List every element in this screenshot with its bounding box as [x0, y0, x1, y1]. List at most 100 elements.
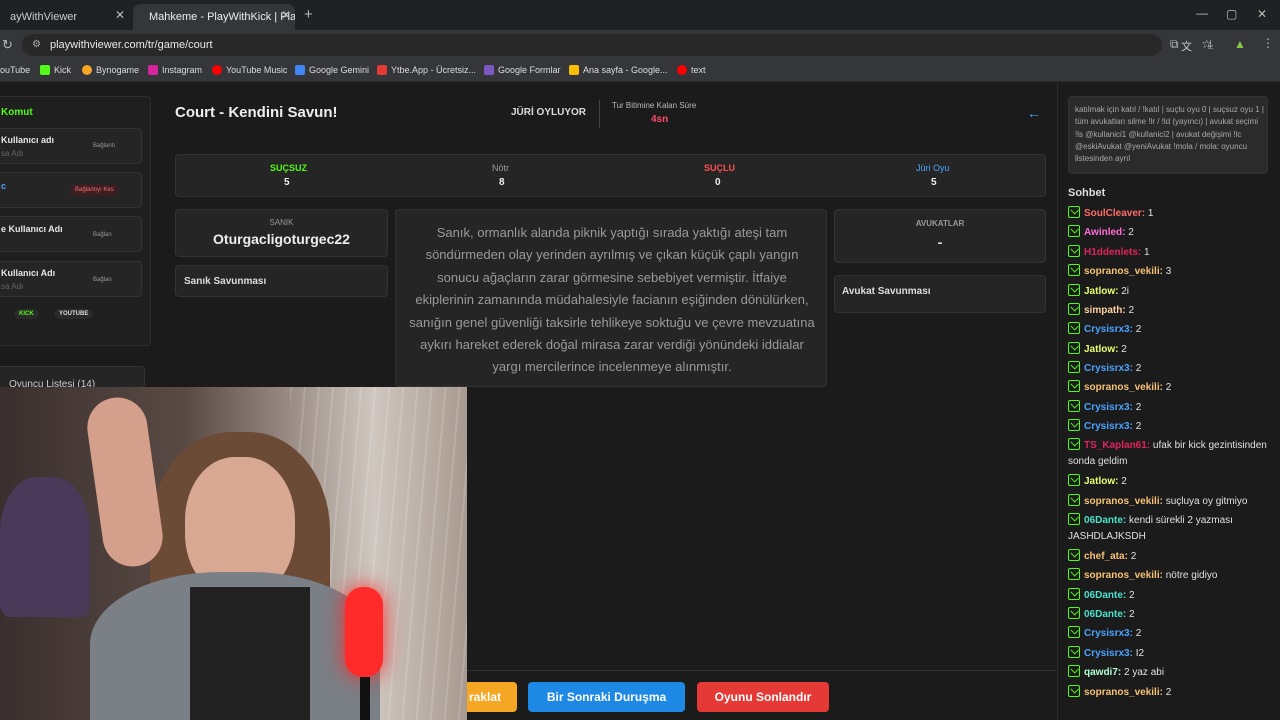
- player-list-card[interactable]: Oyuncu Listesi (14): [0, 366, 145, 390]
- platform-youtube-badge[interactable]: YOUTUBE: [54, 309, 94, 319]
- profile-icon[interactable]: ▲: [1234, 37, 1246, 51]
- chat-username[interactable]: Awinled:: [1084, 227, 1125, 238]
- row-label: c: [1, 181, 7, 191]
- chat-username[interactable]: Crysisrx3:: [1084, 648, 1133, 659]
- timer-value: 4sn: [651, 114, 669, 125]
- row-sub: sa Adı: [1, 282, 24, 291]
- chat-text: 2: [1129, 609, 1135, 620]
- bookmark-kick[interactable]: Kick: [40, 65, 71, 75]
- tab-label: Mahkeme - PlayWithKick | Play: [149, 11, 295, 23]
- menu-icon[interactable]: ⋮: [1262, 36, 1274, 50]
- back-arrow-icon[interactable]: ←: [1027, 105, 1041, 121]
- bookmark-youtube[interactable]: ouTube: [0, 65, 30, 75]
- translate-icon[interactable]: 文: [1181, 38, 1192, 54]
- chat-message: Crysisrx3: 2: [1068, 419, 1278, 435]
- chat-message: Crysisrx3: I2: [1068, 646, 1278, 662]
- bookmark-gemini[interactable]: Google Gemini: [295, 65, 369, 75]
- bookmark-text[interactable]: text: [677, 65, 706, 75]
- chat-username[interactable]: Jatlow:: [1084, 476, 1118, 487]
- chat-username[interactable]: 06Dante:: [1084, 609, 1126, 620]
- kick-badge-icon: [1068, 568, 1080, 580]
- browser-tab[interactable]: ayWithViewer: [0, 4, 130, 30]
- minimize-icon[interactable]: —: [1196, 6, 1208, 20]
- kick-badge-icon: [1068, 549, 1080, 561]
- browser-tab-active[interactable]: Mahkeme - PlayWithKick | Play: [133, 4, 295, 30]
- disconnect-button[interactable]: Bağlantıyı Kes: [71, 184, 118, 196]
- chat-username[interactable]: sopranos_vekili:: [1084, 687, 1163, 698]
- chat-username[interactable]: sopranos_vekili:: [1084, 496, 1163, 507]
- site-info-icon[interactable]: ⚙: [32, 39, 41, 50]
- chat-username[interactable]: sopranos_vekili:: [1084, 570, 1163, 581]
- chat-message: 06Dante: 2: [1068, 607, 1278, 623]
- chat-username[interactable]: qawdi7:: [1084, 667, 1121, 678]
- chat-username[interactable]: TS_Kaplan61:: [1084, 440, 1150, 451]
- chat-message: TS_Kaplan61: ufak bir kick gezintisinden…: [1068, 438, 1278, 470]
- chat-username[interactable]: sopranos_vekili:: [1084, 382, 1163, 393]
- bookmark-youtube-music[interactable]: YouTube Music: [212, 65, 287, 75]
- maximize-icon[interactable]: ▢: [1226, 7, 1237, 21]
- chat-divider: [1057, 82, 1058, 720]
- chat-text: 2: [1135, 402, 1142, 413]
- close-tab-icon[interactable]: ✕: [281, 8, 291, 22]
- chat-username[interactable]: Crysisrx3:: [1084, 363, 1133, 374]
- chat-username[interactable]: SoulCleaver:: [1084, 208, 1145, 219]
- close-window-icon[interactable]: ✕: [1257, 7, 1267, 21]
- chat-text: nötre gidiyo: [1165, 570, 1218, 581]
- chat-username[interactable]: Crysisrx3:: [1084, 421, 1133, 432]
- connection-row: Kullanıcı Adı sa Adı Bağlan: [0, 261, 142, 297]
- streamer-hand: [83, 393, 167, 571]
- bookmark-ytbe[interactable]: Ytbe.App - Ücretsiz...: [377, 65, 476, 75]
- chat-username[interactable]: Crysisrx3:: [1084, 628, 1133, 639]
- bookmark-instagram[interactable]: Instagram: [148, 65, 202, 75]
- streamer-shirt: [190, 587, 310, 720]
- chat-username[interactable]: sopranos_vekili:: [1084, 266, 1163, 277]
- chat-text: 2: [1121, 476, 1127, 487]
- next-trial-button[interactable]: Bir Sonraki Duruşma: [528, 682, 685, 712]
- lawyers-value: -: [937, 234, 943, 250]
- mic-stand: [360, 677, 370, 720]
- chat-text: 2: [1135, 363, 1142, 374]
- header-divider: [599, 100, 600, 128]
- kick-badge-icon: [1068, 206, 1080, 218]
- reload-icon[interactable]: ↻: [2, 37, 13, 53]
- chat-username[interactable]: chef_ata:: [1084, 551, 1128, 562]
- kick-badge-icon: [1068, 303, 1080, 315]
- close-tab-icon[interactable]: ✕: [115, 8, 125, 22]
- platform-kick-badge[interactable]: KICK: [14, 309, 39, 319]
- chat-message: sopranos_vekili: nötre gidiyo: [1068, 568, 1278, 584]
- download-icon[interactable]: ⤓: [1208, 37, 1213, 52]
- youtube-music-icon: [212, 65, 222, 75]
- chat-username[interactable]: 06Dante:: [1084, 590, 1126, 601]
- chat-message: Crysisrx3: 2: [1068, 400, 1278, 416]
- connect-button[interactable]: Bağlantı: [93, 143, 115, 149]
- bookmark-label: Instagram: [162, 65, 203, 75]
- lawyer-defense-card[interactable]: Avukat Savunması: [834, 275, 1046, 313]
- chat-username[interactable]: Jatlow:: [1084, 286, 1118, 297]
- chat-message: Crysisrx3: 2: [1068, 361, 1278, 377]
- chat-text: 2 yaz abi: [1124, 667, 1165, 678]
- bookmark-bynogame[interactable]: Bynogame: [82, 65, 139, 75]
- url-input[interactable]: ⚙ playwithviewer.com/tr/game/court 文 ☆: [22, 34, 1212, 56]
- bookmark-google-drive[interactable]: Ana sayfa - Google...: [569, 65, 668, 75]
- chat-username[interactable]: simpath:: [1084, 305, 1126, 316]
- kick-badge-icon: [1068, 685, 1080, 697]
- chat-username[interactable]: Jatlow:: [1084, 344, 1118, 355]
- defendant-defense-card[interactable]: Sanık Savunması: [175, 265, 388, 297]
- new-tab-icon[interactable]: +: [304, 6, 313, 23]
- chat-username[interactable]: Crysisrx3:: [1084, 402, 1133, 413]
- end-game-button[interactable]: Oyunu Sonlandır: [697, 682, 829, 712]
- kick-badge-icon: [1068, 665, 1080, 677]
- bookmark-google-forms[interactable]: Google Formlar: [484, 65, 561, 75]
- connect-button[interactable]: Bağlan: [93, 277, 112, 283]
- defense-title: Sanık Savunması: [184, 276, 267, 287]
- bookmark-label: Ytbe.App - Ücretsiz...: [391, 65, 477, 75]
- chat-username[interactable]: Crysisrx3:: [1084, 324, 1133, 335]
- chat-message: Jatlow: 2: [1068, 474, 1278, 490]
- connect-button[interactable]: Bağlan: [93, 232, 112, 238]
- extensions-icon[interactable]: ⧉: [1170, 37, 1179, 52]
- case-description: Sanık, ormanlık alanda piknik yaptığı sı…: [395, 209, 827, 387]
- chat-username[interactable]: H1ddenlets:: [1084, 247, 1141, 258]
- chat-title: Sohbet: [1068, 187, 1106, 199]
- chat-username[interactable]: 06Dante:: [1084, 515, 1126, 526]
- kick-badge-icon: [1068, 438, 1080, 450]
